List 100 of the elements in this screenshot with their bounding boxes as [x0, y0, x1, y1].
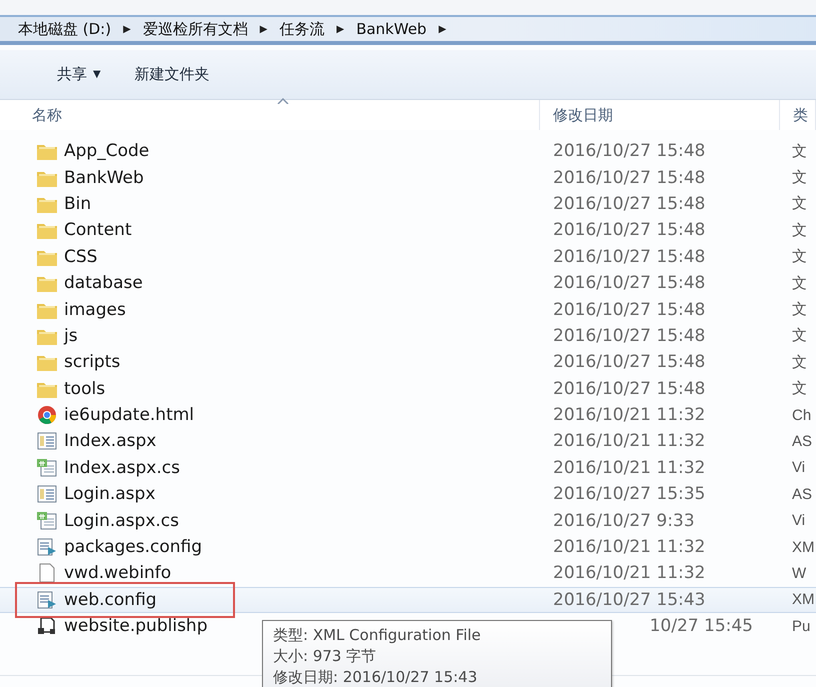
- file-type: XM: [791, 538, 816, 556]
- modified-date: 2016/10/27 15:48: [552, 300, 706, 320]
- column-header[interactable]: 类: [780, 100, 816, 130]
- breadcrumb[interactable]: 爱巡检所有文档: [142, 20, 248, 38]
- file-name: packages.config: [64, 537, 202, 558]
- breadcrumb-arrow[interactable]: ▶: [123, 24, 131, 34]
- share-button[interactable]: 共享 ▼: [55, 61, 103, 88]
- file-type: Ch: [791, 406, 812, 424]
- modified-date: 2016/10/27 15:48: [552, 378, 706, 399]
- file-type: 文: [791, 247, 808, 266]
- config-file-icon: [36, 537, 58, 558]
- file-name: ie6update.html: [64, 405, 194, 426]
- modified-date: 2016/10/21 11:32: [552, 431, 706, 452]
- file-row[interactable]: packages.config 2016/10/21 11:32 XM: [0, 534, 816, 560]
- modified-date: 2016/10/27 15:48: [552, 194, 706, 214]
- file-type: XM: [791, 591, 816, 608]
- file-type: AS: [791, 486, 814, 503]
- modified-date: 2016/10/27 15:48: [552, 273, 706, 294]
- file-type: Pu: [791, 618, 812, 635]
- web-page-icon: [36, 484, 58, 504]
- file-name: images: [64, 300, 126, 320]
- file-name: web.config: [64, 590, 157, 610]
- file-row[interactable]: vwd.webinfo 2016/10/21 11:32 W: [0, 560, 816, 587]
- file-type: 文: [791, 300, 808, 320]
- code-file-icon: [36, 458, 58, 478]
- column-header[interactable]: 名称: [0, 100, 540, 130]
- file-row[interactable]: CSS 2016/10/27 15:48 文: [0, 244, 816, 270]
- file-name: Login.aspx.cs: [64, 510, 179, 531]
- file-type: 文: [791, 352, 808, 372]
- file-type: Vi: [791, 459, 806, 476]
- file-row[interactable]: Index.aspx.cs 2016/10/21 11:32 Vi: [0, 454, 816, 482]
- file-row[interactable]: images 2016/10/27 15:48 文: [0, 296, 816, 323]
- modified-date: 2016/10/21 11:32: [552, 563, 706, 584]
- browser-icon: [36, 405, 58, 426]
- modified-date: 10/27 15:45: [648, 616, 754, 636]
- file-name: Index.aspx.cs: [64, 458, 180, 478]
- file-type: 文: [791, 220, 808, 240]
- modified-date: 2016/10/27 15:35: [552, 484, 706, 504]
- file-row[interactable]: Content 2016/10/27 15:48 文: [0, 217, 816, 244]
- file-type: 文: [791, 379, 808, 398]
- modified-date: 2016/10/27 9:33: [552, 510, 696, 531]
- file-name: vwd.webinfo: [64, 563, 172, 584]
- breadcrumb[interactable]: 任务流: [279, 20, 324, 38]
- new-folder-button[interactable]: 新建文件夹: [132, 61, 212, 88]
- file-name: database: [64, 273, 143, 294]
- breadcrumb[interactable]: 本地磁盘 (D:): [18, 20, 112, 38]
- file-row[interactable]: database 2016/10/27 15:48 文: [0, 270, 816, 296]
- breadcrumb[interactable]: BankWeb: [356, 20, 427, 38]
- modified-date: 2016/10/21 11:32: [552, 458, 706, 478]
- breadcrumb-arrow[interactable]: ▶: [438, 24, 446, 34]
- modified-date: 2016/10/27 15:48: [552, 246, 706, 267]
- file-type: W: [791, 564, 808, 582]
- file-name: tools: [64, 378, 106, 399]
- file-row[interactable]: tools 2016/10/27 15:48 文: [0, 376, 816, 402]
- file-row[interactable]: Index.aspx 2016/10/21 11:32 AS: [0, 428, 816, 455]
- column-header[interactable]: 修改日期: [540, 100, 780, 130]
- breadcrumb-arrow[interactable]: ▶: [336, 24, 344, 34]
- address-bar[interactable]: 本地磁盘 (D:) ▶ 爱巡检所有文档 ▶ 任务流 ▶ BankWeb ▶: [0, 15, 816, 45]
- tooltip-line: 修改日期: 2016/10/27 15:43: [273, 667, 478, 687]
- modified-date: 2016/10/27 15:48: [552, 326, 706, 346]
- file-row[interactable]: scripts 2016/10/27 15:48 文: [0, 349, 816, 376]
- file-row[interactable]: web.config 2016/10/27 15:43 XM: [0, 586, 816, 614]
- file-name: website.publishp: [64, 616, 208, 636]
- modified-date: 2016/10/21 11:32: [552, 405, 706, 426]
- file-name: Content: [64, 220, 132, 240]
- config-file-icon: [36, 590, 58, 610]
- file-type: 文: [791, 194, 808, 214]
- modified-date: 2016/10/21 11:32: [552, 537, 706, 558]
- file-name: CSS: [64, 246, 98, 267]
- code-file-icon: [36, 510, 58, 531]
- file-type: 文: [791, 168, 808, 188]
- file-row[interactable]: Login.aspx.cs 2016/10/27 9:33 Vi: [0, 507, 816, 534]
- file-row[interactable]: App_Code 2016/10/27 15:48 文: [0, 138, 816, 164]
- file-row[interactable]: Bin 2016/10/27 15:48 文: [0, 190, 816, 218]
- modified-date: 2016/10/27 15:43: [552, 590, 706, 610]
- file-type: Vi: [791, 512, 806, 530]
- file-type: 文: [791, 142, 808, 161]
- file-name: App_Code: [64, 141, 150, 162]
- file-name: scripts: [64, 352, 120, 372]
- file-name: BankWeb: [64, 168, 144, 188]
- breadcrumb-arrow[interactable]: ▶: [260, 24, 268, 34]
- tooltip-line: 大小: 973 字节: [273, 646, 378, 666]
- file-name: js: [64, 326, 78, 346]
- modified-date: 2016/10/27 15:48: [552, 352, 706, 372]
- file-row[interactable]: Login.aspx 2016/10/27 15:35 AS: [0, 481, 816, 508]
- modified-date: 2016/10/27 15:48: [552, 168, 706, 188]
- file-name: Login.aspx: [64, 484, 156, 504]
- file-row[interactable]: ie6update.html 2016/10/21 11:32 Ch: [0, 402, 816, 428]
- web-page-icon: [36, 431, 58, 452]
- tooltip-line: 类型: XML Configuration File: [273, 625, 482, 645]
- file-row[interactable]: BankWeb 2016/10/27 15:48 文: [0, 164, 816, 191]
- modified-date: 2016/10/27 15:48: [552, 141, 706, 162]
- file-type: 文: [791, 326, 808, 346]
- file-row[interactable]: js 2016/10/27 15:48 文: [0, 322, 816, 350]
- file-type: 文: [791, 274, 808, 293]
- modified-date: 2016/10/27 15:48: [552, 220, 706, 240]
- publish-file-icon: [36, 616, 58, 636]
- file-name: Index.aspx: [64, 431, 156, 452]
- file-type: AS: [791, 432, 814, 450]
- file-name: Bin: [64, 194, 92, 214]
